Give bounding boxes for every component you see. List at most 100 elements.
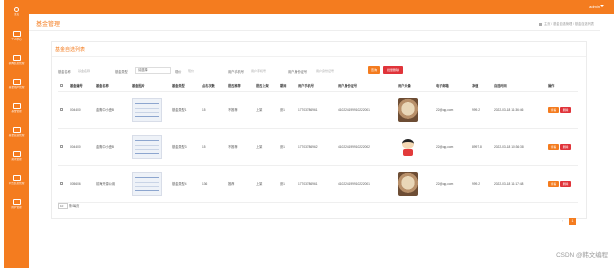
page-size-control: 10 条/每页 (58, 203, 80, 210)
email: 22@qq.com (434, 128, 470, 166)
fund-name-label: 基金名称 (58, 70, 71, 74)
monitor-icon (12, 199, 21, 205)
sidebar-item-funds[interactable]: 基金管理 (4, 102, 29, 124)
sidebar-item-fund-favorites[interactable]: 基金自选管理 (4, 126, 29, 148)
sidebar-item-label: 基金用户管理 (8, 86, 25, 89)
user-id-input[interactable]: 用户身份证号 (316, 68, 356, 74)
user-phone-label: 用户手机号 (228, 70, 244, 74)
fund-image-cell (130, 91, 170, 129)
nav-value: 999.2 (470, 165, 492, 203)
email: 22@qq.com (434, 165, 470, 203)
prev-page-button[interactable]: ‹ (561, 218, 565, 225)
search-button[interactable]: 查询 (368, 66, 380, 74)
user-id-card: 410224199910222002 (336, 128, 396, 166)
column-header: 点击次数 (200, 81, 226, 92)
page-size-select[interactable]: 10 (58, 203, 68, 210)
sidebar-item-institution[interactable]: 机构信息管理 (4, 54, 29, 76)
actions-cell: 查看 删除 (546, 128, 578, 166)
sidebar-item-label: 基金自选管理 (8, 134, 25, 137)
period: 张1 (278, 91, 296, 129)
click-count: 136 (200, 165, 226, 203)
sidebar-item-label: 用户管理 (11, 206, 22, 209)
user-id-card: 410224199910222001 (336, 165, 396, 203)
fund-thumbnail (132, 171, 162, 196)
row-checkbox[interactable] (58, 165, 68, 203)
sidebar-item-personal-center[interactable]: 个人中心 (4, 30, 29, 52)
fund-thumbnail (132, 134, 162, 159)
filter-bar: 基金名称 基金名称 基金类型 请选择 现价 现价 用户手机号 用户手机号 用户身… (58, 66, 578, 75)
delete-button[interactable]: 删除 (560, 180, 571, 187)
user-menu[interactable]: admin (589, 4, 600, 9)
sidebar-item-fund-users[interactable]: 基金用户管理 (4, 78, 29, 100)
user-phone-input[interactable]: 用户手机号 (251, 68, 283, 74)
page-size-suffix: 条/每页 (68, 204, 80, 208)
column-header: 用户手机号 (296, 81, 336, 92)
fund-code: 005606 (68, 165, 94, 203)
user-avatar-cell (396, 91, 434, 129)
home-icon (539, 22, 543, 26)
sidebar: 主页 个人中心 机构信息管理 基金用户管理 基金管理 基金自选管理 资讯管理 公… (4, 0, 29, 268)
breadcrumb-home[interactable]: 主页 (544, 22, 550, 26)
status-input[interactable]: 现价 (188, 68, 224, 74)
panel-title: 基金自选列表 (55, 47, 86, 53)
pagination: ‹ 1 (561, 209, 576, 227)
table-row: 005606 前海开源公用 基金类型4 136 推荐 上架 张1 1770378… (58, 165, 578, 203)
current-page-button[interactable]: 1 (569, 218, 576, 225)
actions-cell: 查看 删除 (546, 91, 578, 129)
breadcrumb: 主页 / 基金自选管理 / 基金自选列表 (539, 21, 594, 26)
fund-type-select[interactable]: 请选择 (135, 67, 171, 74)
sidebar-item-announcements[interactable]: 公告信息管理 (4, 174, 29, 196)
sidebar-item-news[interactable]: 资讯管理 (4, 150, 29, 172)
user-avatar (398, 97, 418, 122)
listed-status: 上架 (254, 91, 278, 129)
select-all-checkbox[interactable] (58, 81, 68, 92)
sidebar-item-users[interactable]: 用户管理 (4, 198, 29, 220)
monitor-icon (12, 103, 21, 109)
column-header: 基金类型 (170, 81, 200, 92)
favorite-time: 2022-03-18 11:36:46 (492, 91, 546, 129)
sidebar-item-label: 资讯管理 (11, 158, 22, 161)
recommend-status: 推荐 (226, 165, 254, 203)
fund-thumbnail (132, 97, 162, 122)
monitor-icon (12, 55, 21, 61)
fund-code: 004400 (68, 128, 94, 166)
breadcrumb-section[interactable]: 基金自选管理 (553, 22, 572, 26)
nav-value: 999.2 (470, 91, 492, 129)
watermark: CSDN @韩文编程 (556, 252, 608, 259)
row-checkbox[interactable] (58, 128, 68, 166)
column-header: 期间 (278, 81, 296, 92)
view-button[interactable]: 查看 (548, 106, 559, 113)
email: 22@qq.com (434, 91, 470, 129)
chevron-down-icon[interactable] (600, 5, 604, 7)
avatar-icon (14, 7, 19, 12)
fund-name-input[interactable]: 基金名称 (78, 68, 112, 74)
view-button[interactable]: 查看 (548, 143, 559, 150)
delete-button[interactable]: 删除 (560, 143, 571, 150)
user-avatar (398, 134, 418, 159)
divider (52, 56, 586, 57)
table-row: 004400 金鹰中小盘B 基金类型1 15 不推荐 上架 张1 1770378… (58, 91, 578, 129)
batch-delete-button[interactable]: 批量删除 (383, 66, 403, 74)
breadcrumb-current: 基金自选列表 (574, 22, 594, 26)
sidebar-item-label: 公告信息管理 (8, 182, 25, 185)
column-header: 基金图片 (130, 81, 170, 92)
user-id-label: 用户身份证号 (288, 70, 308, 74)
view-button[interactable]: 查看 (548, 180, 559, 187)
row-checkbox[interactable] (58, 91, 68, 129)
column-header: 用户身份证号 (336, 81, 396, 92)
column-header: 净值 (470, 81, 492, 92)
sidebar-item-home[interactable]: 主页 (4, 6, 29, 28)
fund-name: 金鹰中小盘B (94, 128, 130, 166)
fund-type: 基金类型3 (170, 128, 200, 166)
column-header: 自选时间 (492, 81, 546, 92)
user-avatar (398, 171, 418, 196)
monitor-icon (12, 127, 21, 133)
app-root: 主页 个人中心 机构信息管理 基金用户管理 基金管理 基金自选管理 资讯管理 公… (0, 0, 614, 268)
user-id-card: 410224199910222001 (336, 91, 396, 129)
user-phone: 17703786961 (296, 165, 336, 203)
column-header: 基金编号 (68, 81, 94, 92)
fund-code: 004400 (68, 91, 94, 129)
monitor-icon (12, 31, 21, 37)
favorite-time: 2022-03-18 11:17:48 (492, 165, 546, 203)
delete-button[interactable]: 删除 (560, 106, 571, 113)
